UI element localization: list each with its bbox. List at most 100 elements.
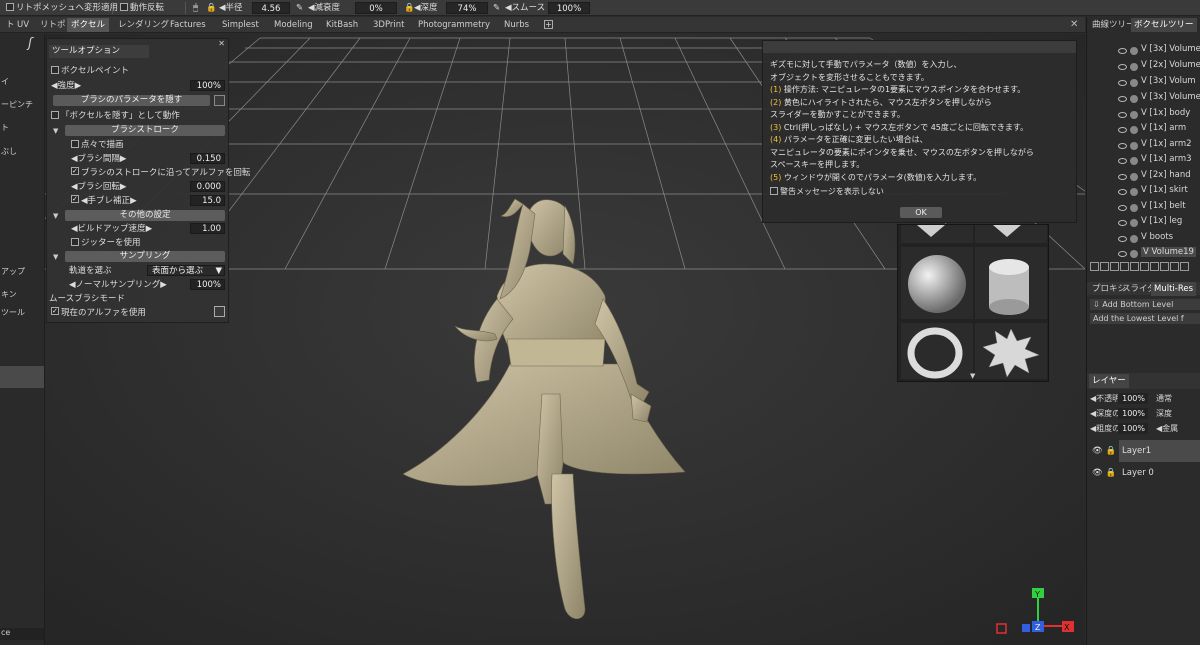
tree-item[interactable]: V [1x] skirt [1141,185,1188,195]
lock-icon[interactable]: 🔒 [1106,446,1117,456]
eye-icon[interactable] [1118,189,1127,195]
checkbox-box[interactable] [71,238,79,246]
merge-icon[interactable] [1130,262,1139,271]
tree-item[interactable]: V boots [1141,232,1173,242]
depth-field[interactable]: 74% [446,2,488,14]
search-icon[interactable] [1090,262,1099,271]
tab-factures[interactable]: Factures [166,18,210,32]
collapse-icon[interactable]: ▼ [53,127,58,135]
hide-voxel-checkbox[interactable]: 「ボクセルを隠す」として動作 [51,110,180,122]
add-lowest-level-button[interactable]: Add the Lowest Level f [1090,313,1200,324]
shade-icon[interactable] [1130,47,1138,55]
eye-icon[interactable] [1118,112,1127,118]
tool-item[interactable]: アップ [1,266,25,277]
shade-icon[interactable] [1130,142,1138,150]
brush-spacing-field[interactable]: 0.150 [190,153,225,164]
tool-item[interactable]: ト [1,122,9,133]
pen-icon[interactable]: ✎ [296,2,303,14]
track-select[interactable]: 表面から選ぶ ▼ [147,265,225,276]
opacity-field[interactable]: 100% [1118,393,1148,404]
checkbox-box[interactable] [51,307,59,315]
tab-photogrammetry[interactable]: Photogrammetry [414,18,494,32]
tree-item[interactable]: V [3x] Volume [1141,44,1200,54]
primitive-cube-2[interactable] [975,225,1047,243]
smooth-slider-label[interactable]: ◀スムース [505,2,545,14]
tab-voxel-tree[interactable]: ボクセルツリー [1131,18,1197,32]
tree-item[interactable]: V [1x] arm2 [1141,139,1192,149]
eye-icon[interactable]: 👁 [1092,446,1103,456]
normal-sampling-slider[interactable]: ◀ノーマルサンプリング▶ [69,279,167,291]
tree-item[interactable]: V [3x] Volum [1141,76,1196,86]
brush-icon[interactable]: ✎ [493,2,500,14]
eye-icon[interactable] [1118,127,1127,133]
shade-icon[interactable] [1130,235,1138,243]
checkbox-box[interactable] [51,66,59,74]
eye-icon[interactable] [1118,48,1127,54]
checkbox-box[interactable] [770,187,778,195]
tab-modeling[interactable]: Modeling [270,18,317,32]
tab-3dprint[interactable]: 3DPrint [369,18,409,32]
tab-nurbs[interactable]: Nurbs [500,18,533,32]
add-icon[interactable] [1100,262,1109,271]
tool-item[interactable]: ぶし [1,146,17,157]
tree-item[interactable]: V [1x] belt [1141,201,1186,211]
brush-spacing-slider[interactable]: ◀ブラシ間隔▶ [71,153,126,165]
lock-icon[interactable]: 🔒 [206,2,217,14]
eye-icon[interactable] [1118,251,1127,257]
smooth-field[interactable]: 100% [548,2,590,14]
close-icon[interactable]: ✕ [218,39,225,48]
blend-mode-select[interactable]: 通常 [1156,393,1172,405]
brush-preset-icon[interactable] [214,95,225,106]
eye-icon[interactable] [1118,143,1127,149]
link-icon[interactable] [1170,262,1179,271]
layer-row[interactable]: 👁 🔒 [1092,463,1116,483]
brush-rotation-slider[interactable]: ◀ブラシ回転▶ [71,181,126,193]
section-brush-stroke[interactable]: ブラシストローク [65,125,225,136]
shade-icon[interactable] [1130,250,1138,258]
depth-slider-label[interactable]: ◀深度 [414,2,438,14]
radius-slider-label[interactable]: ◀半径 [219,2,243,14]
voxel-paint-checkbox[interactable]: ボクセルペイント [51,65,129,77]
checkbox-box[interactable] [71,195,79,203]
tree-item[interactable]: V [2x] Volume [1141,60,1200,70]
expand-down-icon[interactable]: ▼ [970,372,975,380]
dot-draw-checkbox[interactable]: 点々で描画 [71,139,124,151]
tree-item[interactable]: V [1x] leg [1141,216,1182,226]
duplicate-icon[interactable] [1110,262,1119,271]
shade-icon[interactable] [1130,79,1138,87]
shade-icon[interactable] [1130,63,1138,71]
mirror-icon[interactable] [1120,262,1129,271]
tab-render[interactable]: レンダリング [114,18,173,32]
use-current-alpha-checkbox[interactable]: 現在のアルファを使用 [51,307,146,319]
jitter-correction-field[interactable]: 15.0 [190,195,225,206]
ok-button[interactable]: OK [900,207,942,218]
tab-multires[interactable]: Multi-Res [1151,282,1197,296]
primitive-cube[interactable] [901,225,973,243]
depth-mode-select[interactable]: 深度 [1156,408,1172,420]
delete-icon[interactable] [1180,262,1189,271]
shade-icon[interactable] [1130,111,1138,119]
eye-icon[interactable] [1118,96,1127,102]
primitive-sphere[interactable] [901,247,973,319]
lock-icon[interactable]: 🔒 [404,2,415,14]
tool-item[interactable]: キン [1,289,17,300]
shade-icon[interactable] [1130,219,1138,227]
section-other-settings[interactable]: その他の設定 [65,210,225,221]
shade-icon[interactable] [1130,157,1138,165]
curve-tool-icon[interactable]: ʃ [28,36,32,51]
primitive-torus[interactable] [901,323,973,379]
camera-icon[interactable] [1150,262,1159,271]
tab-voxel[interactable]: ボクセル [67,18,110,32]
strength-slider[interactable]: ◀強度▶ [51,80,81,92]
eye-icon[interactable] [1118,158,1127,164]
tab-simplest[interactable]: Simplest [218,18,263,32]
close-icon[interactable]: ✕ [1070,19,1078,30]
retopo-apply-checkbox[interactable]: リトポメッシュへ変形適用 [6,2,118,14]
collapse-icon[interactable]: ▼ [53,253,58,261]
add-tab-icon[interactable]: + [544,20,553,29]
shade-icon[interactable] [1130,126,1138,134]
eye-icon[interactable] [1118,64,1127,70]
tree-item[interactable]: V [1x] arm3 [1141,154,1192,164]
falloff-slider-label[interactable]: ◀減衰度 [308,2,340,14]
strength-field[interactable]: 100% [190,80,225,91]
